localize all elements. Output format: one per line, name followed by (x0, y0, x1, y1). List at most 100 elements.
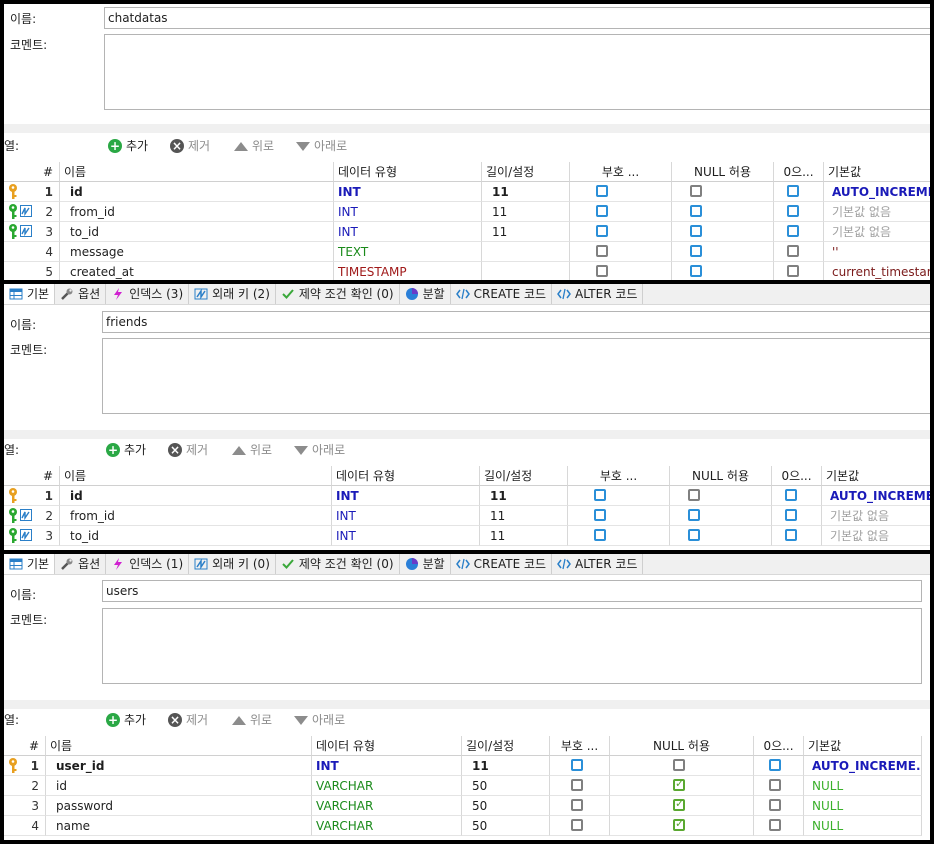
column-default-cell[interactable]: 기본값 없음 (822, 526, 930, 546)
table-row[interactable]: 2 from_id INT 11 기본값 없음 (4, 506, 930, 526)
zerofill-checkbox[interactable] (785, 489, 797, 501)
column-name-cell[interactable]: id (60, 486, 332, 506)
move-up-button[interactable]: 위로 (232, 440, 272, 460)
column-length-cell[interactable]: 11 (480, 486, 568, 506)
tab-code[interactable]: ALTER 코드 (552, 554, 644, 574)
column-default-cell[interactable]: 기본값 없음 (824, 222, 930, 242)
zerofill-checkbox[interactable] (769, 819, 781, 831)
zerofill-checkbox[interactable] (787, 225, 799, 237)
header-default[interactable]: 기본값 (824, 162, 930, 182)
tab-wrench[interactable]: 옵션 (55, 284, 107, 304)
header-name[interactable]: 이름 (46, 736, 312, 756)
remove-column-button[interactable]: × 제거 (168, 440, 208, 460)
table-row[interactable]: 1 user_id INT 11 AUTO_INCREME... (4, 756, 930, 776)
tab-code[interactable]: CREATE 코드 (451, 284, 553, 304)
column-name-cell[interactable]: id (60, 182, 334, 202)
header-num[interactable]: # (4, 736, 46, 756)
header-length[interactable]: 길이/설정 (482, 162, 570, 182)
column-default-cell[interactable]: NULL (804, 816, 922, 836)
unsigned-checkbox[interactable] (596, 225, 608, 237)
column-length-cell[interactable]: 11 (462, 756, 550, 776)
unsigned-checkbox[interactable] (594, 509, 606, 521)
column-name-cell[interactable]: to_id (60, 526, 332, 546)
column-default-cell[interactable]: AUTO_INCREME... (824, 182, 930, 202)
header-nullable[interactable]: NULL 허용 (670, 466, 772, 486)
unsigned-checkbox[interactable] (571, 819, 583, 831)
column-length-cell[interactable]: 11 (482, 222, 570, 242)
nullable-checkbox[interactable] (688, 529, 700, 541)
tab-pie[interactable]: 분할 (400, 554, 451, 574)
column-type-cell[interactable]: INT (332, 506, 480, 526)
column-default-cell[interactable]: NULL (804, 776, 922, 796)
unsigned-checkbox[interactable] (596, 265, 608, 277)
header-default[interactable]: 기본값 (804, 736, 922, 756)
column-length-cell[interactable]: 50 (462, 816, 550, 836)
column-name-cell[interactable]: from_id (60, 202, 334, 222)
table-row[interactable]: 4nameVARCHAR50 NULL (4, 816, 930, 836)
column-name-cell[interactable]: user_id (46, 756, 312, 776)
column-type-cell[interactable]: VARCHAR (312, 796, 462, 816)
header-unsigned[interactable]: 부호 ... (570, 162, 672, 182)
column-name-cell[interactable]: from_id (60, 506, 332, 526)
comment-textarea[interactable] (104, 34, 930, 110)
nullable-checkbox[interactable] (690, 205, 702, 217)
header-name[interactable]: 이름 (60, 162, 334, 182)
tab-lightning[interactable]: 인덱스 (1) (106, 554, 190, 574)
tab-code[interactable]: ALTER 코드 (552, 284, 644, 304)
column-default-cell[interactable]: AUTO_INCREME... (822, 486, 930, 506)
zerofill-checkbox[interactable] (769, 779, 781, 791)
table-row[interactable]: 3passwordVARCHAR50 NULL (4, 796, 930, 816)
comment-textarea[interactable] (102, 608, 922, 684)
column-name-cell[interactable]: password (46, 796, 312, 816)
tab-foreign-key[interactable]: 외래 키 (2) (189, 284, 276, 304)
tab-wrench[interactable]: 옵션 (55, 554, 107, 574)
table-row[interactable]: 2idVARCHAR50 NULL (4, 776, 930, 796)
header-type[interactable]: 데이터 유형 (312, 736, 462, 756)
unsigned-checkbox[interactable] (571, 759, 583, 771)
move-down-button[interactable]: 아래로 (294, 710, 345, 730)
add-column-button[interactable]: + 추가 (106, 710, 146, 730)
header-num[interactable]: # (4, 466, 60, 486)
comment-textarea[interactable] (102, 338, 930, 414)
table-row[interactable]: 3 to_id INT 11 기본값 없음 (4, 222, 930, 242)
column-name-cell[interactable]: to_id (60, 222, 334, 242)
tab-check[interactable]: 제약 조건 확인 (0) (276, 284, 400, 304)
nullable-checkbox[interactable] (690, 245, 702, 257)
column-name-cell[interactable]: id (46, 776, 312, 796)
column-type-cell[interactable]: INT (334, 182, 482, 202)
column-default-cell[interactable]: '' (824, 242, 930, 262)
move-up-button[interactable]: 위로 (232, 710, 272, 730)
move-up-button[interactable]: 위로 (234, 136, 274, 156)
column-type-cell[interactable]: INT (312, 756, 462, 776)
table-row[interactable]: 2 from_id INT 11 기본값 없음 (4, 202, 930, 222)
column-length-cell[interactable]: 11 (482, 202, 570, 222)
tab-table[interactable]: 기본 (4, 554, 56, 574)
header-nullable[interactable]: NULL 허용 (610, 736, 754, 756)
column-name-cell[interactable]: created_at (60, 262, 334, 280)
table-name-input[interactable]: users (102, 580, 922, 602)
unsigned-checkbox[interactable] (594, 529, 606, 541)
add-column-button[interactable]: + 추가 (106, 440, 146, 460)
tab-lightning[interactable]: 인덱스 (3) (106, 284, 190, 304)
header-zerofill[interactable]: 0으... (774, 162, 824, 182)
table-name-input[interactable]: friends (102, 311, 930, 333)
zerofill-checkbox[interactable] (785, 529, 797, 541)
column-length-cell[interactable] (482, 262, 570, 280)
tab-table[interactable]: 기본 (4, 284, 56, 304)
unsigned-checkbox[interactable] (571, 779, 583, 791)
header-nullable[interactable]: NULL 허용 (672, 162, 774, 182)
column-type-cell[interactable]: TEXT (334, 242, 482, 262)
header-name[interactable]: 이름 (60, 466, 332, 486)
zerofill-checkbox[interactable] (769, 799, 781, 811)
header-default[interactable]: 기본값 (822, 466, 930, 486)
column-type-cell[interactable]: VARCHAR (312, 816, 462, 836)
header-zerofill[interactable]: 0으... (772, 466, 822, 486)
move-down-button[interactable]: 아래로 (294, 440, 345, 460)
tab-pie[interactable]: 분할 (400, 284, 451, 304)
column-length-cell[interactable]: 50 (462, 776, 550, 796)
unsigned-checkbox[interactable] (594, 489, 606, 501)
unsigned-checkbox[interactable] (596, 205, 608, 217)
nullable-checkbox[interactable] (690, 225, 702, 237)
zerofill-checkbox[interactable] (785, 509, 797, 521)
nullable-checkbox[interactable] (688, 509, 700, 521)
